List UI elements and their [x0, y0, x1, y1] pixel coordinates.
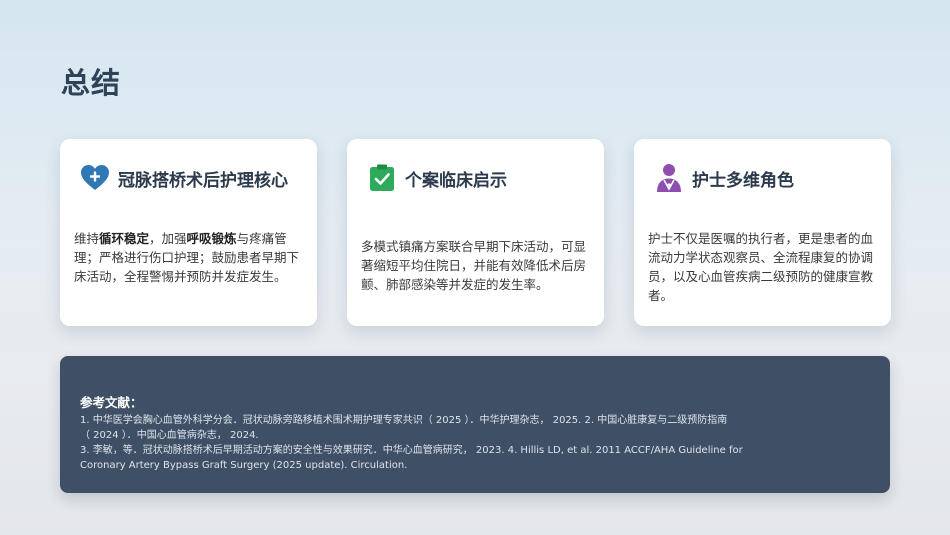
card-cabg-nursing-core: 冠脉搭桥术后护理核心 维持循环稳定，加强呼吸锻炼与疼痛管理；严格进行伤口护理；鼓…: [60, 139, 317, 326]
card-title: 个案临床启示: [405, 170, 507, 191]
card-clinical-insight: 个案临床启示 多模式镇痛方案联合早期下床活动，可显著缩短平均住院日，并能有效降低…: [347, 139, 604, 326]
clipboard-check-icon: [367, 163, 397, 193]
card-nurse-roles: 护士多维角色 护士不仅是医嘱的执行者，更是患者的血流动力学状态观察员、全流程康复…: [634, 139, 891, 326]
card-header: 个案临床启示: [367, 161, 594, 195]
card-body: 护士不仅是医嘱的执行者，更是患者的血流动力学状态观察员、全流程康复的协调员，以及…: [648, 229, 875, 305]
body-text: 护士不仅是医嘱的执行者，更是患者的血流动力学状态观察员、全流程康复的协调员，以及…: [648, 231, 874, 303]
nurse-icon: [654, 163, 684, 193]
references-panel: 参考文献： 1. 中华医学会胸心血管外科学分会．冠状动脉旁路移植术围术期护理专家…: [60, 356, 890, 493]
card-title: 冠脉搭桥术后护理核心: [118, 170, 288, 191]
body-text: ，加强: [149, 231, 187, 246]
page-title: 总结: [61, 66, 122, 100]
card-header: 冠脉搭桥术后护理核心: [80, 161, 307, 195]
references-list: 1. 中华医学会胸心血管外科学分会．冠状动脉旁路移植术围术期护理专家共识（ 20…: [80, 413, 868, 473]
body-text: 多模式镇痛方案联合早期下床活动，可显著缩短平均住院日，并能有效降低术后房颤、肺部…: [361, 239, 587, 292]
body-bold-text: 循环稳定: [99, 231, 150, 246]
reference-line: 3. 李敏，等．冠状动脉搭桥术后早期活动方案的安全性与效果研究．中华心血管病研究…: [80, 445, 743, 456]
reference-line: （ 2024 ）．中国心血管病杂志， 2024.: [80, 430, 259, 441]
card-body: 维持循环稳定，加强呼吸锻炼与疼痛管理；严格进行伤口护理；鼓励患者早期下床活动，全…: [74, 229, 301, 286]
card-title: 护士多维角色: [692, 170, 794, 191]
card-header: 护士多维角色: [654, 161, 881, 195]
body-text: 维持: [74, 231, 100, 246]
card-body: 多模式镇痛方案联合早期下床活动，可显著缩短平均住院日，并能有效降低术后房颤、肺部…: [361, 237, 588, 294]
body-bold-text: 呼吸锻炼: [186, 231, 237, 246]
reference-line: 1. 中华医学会胸心血管外科学分会．冠状动脉旁路移植术围术期护理专家共识（ 20…: [80, 415, 728, 426]
references-title: 参考文献：: [80, 395, 143, 410]
heart-plus-icon: [80, 163, 110, 193]
reference-line: Coronary Artery Bypass Graft Surgery (20…: [80, 460, 408, 471]
